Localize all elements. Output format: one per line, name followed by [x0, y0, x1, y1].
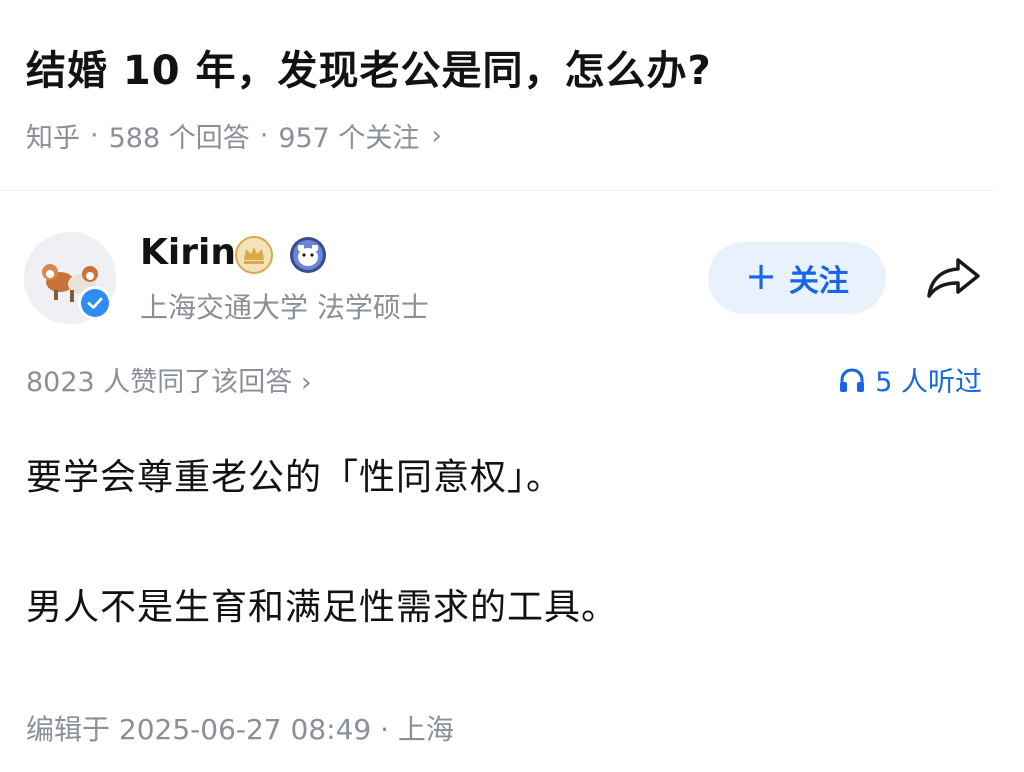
answer-paragraph: 要学会尊重老公的「性同意权」。: [26, 457, 564, 498]
follow-label: 关注: [788, 264, 849, 299]
share-arrow-icon[interactable]: [924, 254, 984, 302]
follower-count: 957 个关注: [278, 123, 420, 154]
author-name[interactable]: Kirin: [140, 232, 236, 273]
separator-dot: ·: [259, 120, 269, 151]
mascot-badge-icon[interactable]: [288, 235, 328, 275]
answer-paragraph: 男人不是生育和满足性需求的工具。: [26, 587, 619, 628]
chevron-right-icon: ›: [431, 120, 442, 151]
verified-badge-icon: [78, 286, 112, 320]
author-bio: 上海交通大学 法学硕士: [140, 291, 429, 324]
separator-dot: ·: [90, 120, 99, 151]
crown-badge-icon[interactable]: [234, 235, 274, 275]
follow-button[interactable]: + 关注: [708, 242, 886, 314]
listen-count[interactable]: 5 人听过: [837, 360, 982, 399]
source-label: 知乎: [26, 123, 80, 154]
edit-timestamp: 编辑于 2025-06-27 08:49 · 上海: [26, 713, 454, 746]
question-title[interactable]: 结婚 10 年，发现老公是同，怎么办?: [26, 38, 712, 96]
question-meta[interactable]: 知乎 · 588 个回答 · 957 个关注 ›: [26, 116, 442, 155]
headphones-icon: [840, 367, 865, 392]
answer-count: 588 个回答: [108, 123, 250, 154]
divider: [0, 190, 994, 191]
listen-count-label: 5 人听过: [875, 367, 982, 398]
vote-count[interactable]: 8023 人赞同了该回答 ›: [26, 360, 312, 399]
plus-icon: +: [745, 254, 777, 298]
